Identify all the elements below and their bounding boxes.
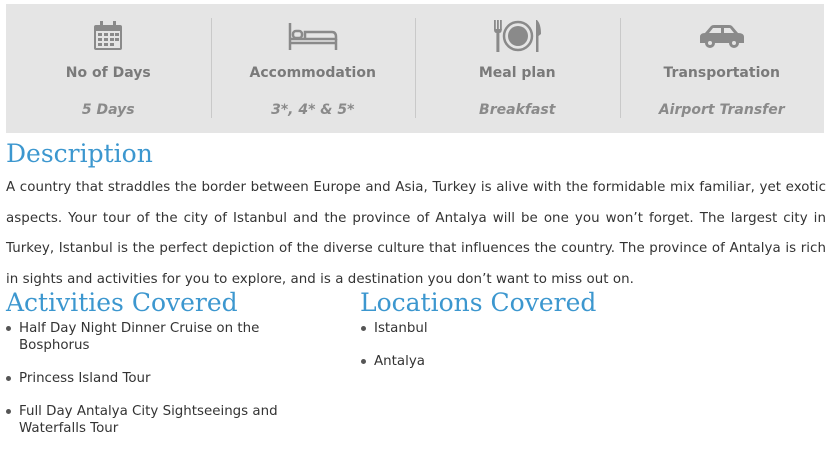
tour-info-bar: No of Days 5 Days Accommodation 3*, 4* &… [6, 4, 824, 133]
info-label-meal-plan: Meal plan [478, 65, 556, 81]
location-item: Istanbul [359, 320, 659, 337]
activity-item: Half Day Night Dinner Cruise on the Bosp… [4, 320, 304, 354]
info-cell-days: No of Days 5 Days [6, 4, 211, 133]
info-value-days: 5 Days [81, 102, 135, 118]
meal-plate-icon [415, 18, 620, 54]
locations-list: Istanbul Antalya [359, 320, 659, 386]
activity-item: Princess Island Tour [4, 370, 304, 387]
activities-heading: Activities Covered [6, 288, 238, 317]
info-value-meal-plan: Breakfast [479, 102, 556, 118]
activities-list: Half Day Night Dinner Cruise on the Bosp… [4, 320, 304, 453]
info-cell-accommodation: Accommodation 3*, 4* & 5* [210, 4, 416, 133]
info-label-days: No of Days [65, 65, 151, 81]
location-item: Antalya [359, 353, 659, 370]
locations-heading: Locations Covered [360, 288, 597, 317]
calendar-icon [6, 18, 211, 54]
car-icon [620, 18, 825, 54]
info-value-transportation: Airport Transfer [658, 102, 785, 118]
info-label-accommodation: Accommodation [249, 65, 376, 81]
description-text: A country that straddles the border betw… [6, 180, 826, 287]
info-value-accommodation: 3*, 4* & 5* [271, 102, 355, 118]
bed-icon [211, 18, 416, 54]
info-cell-meal-plan: Meal plan Breakfast [415, 4, 620, 133]
info-label-transportation: Transportation [663, 65, 780, 81]
activity-item: Full Day Antalya City Sightseeings and W… [4, 403, 304, 437]
info-cell-transportation: Transportation Airport Transfer [619, 4, 825, 133]
description-heading: Description [6, 139, 153, 168]
